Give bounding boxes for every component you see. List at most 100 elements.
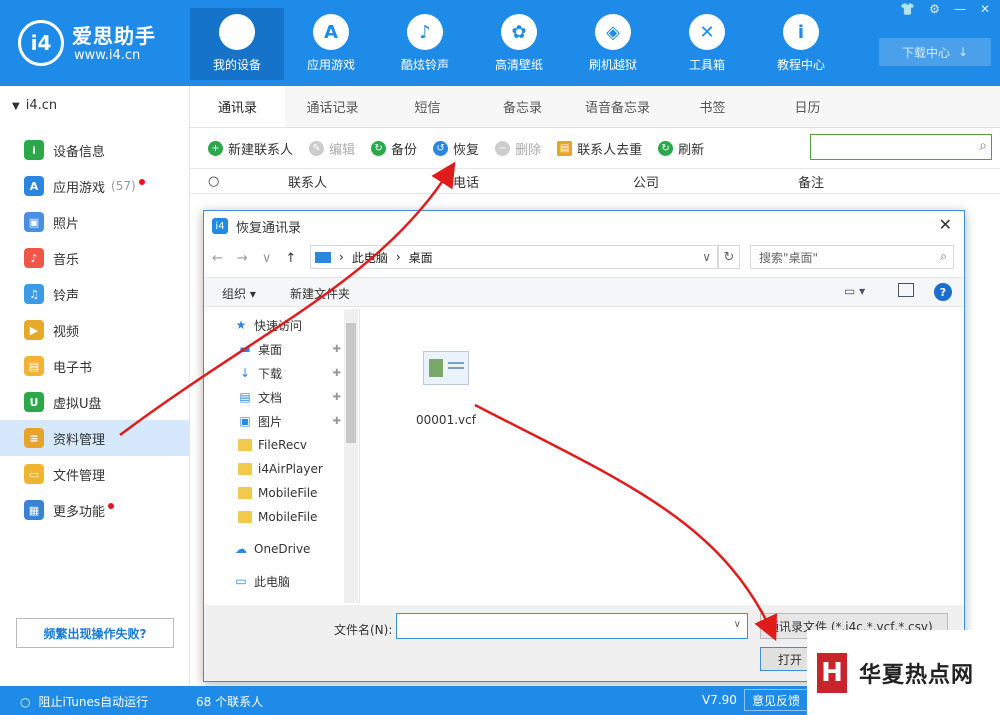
grid-icon: ▦ <box>24 500 44 520</box>
edit-label: 编辑 <box>329 142 356 158</box>
backup-button[interactable]: ↻ 备份 <box>371 139 417 158</box>
nav-item-3[interactable]: ✿ 高清壁纸 <box>472 8 566 80</box>
sidebar-item-6[interactable]: ▤ 电子书 <box>0 348 189 384</box>
sidebar-item-1[interactable]: A 应用游戏 (57) <box>0 168 189 204</box>
history-dropdown-icon[interactable]: ∨ <box>262 251 272 266</box>
nav-item-1[interactable]: A 应用游戏 <box>284 8 378 80</box>
feedback-button[interactable]: 意见反馈 <box>744 689 808 711</box>
tree-item-7[interactable]: MobileFile <box>204 481 359 505</box>
sidebar-item-10[interactable]: ▦ 更多功能 <box>0 492 189 528</box>
watermark-text: 华夏热点网 <box>859 662 975 688</box>
breadcrumb-desktop[interactable]: 桌面 <box>409 249 433 266</box>
tree-item-1[interactable]: ▬ 桌面 ✚ <box>204 337 359 361</box>
sidebar-item-8[interactable]: ≡ 资料管理 <box>0 420 189 456</box>
tab-1[interactable]: 通话记录 <box>285 86 380 127</box>
tree-item-9[interactable]: ☁ OneDrive <box>204 537 359 561</box>
restore-button[interactable]: ↺ 恢复 <box>433 139 479 158</box>
nav-item-2[interactable]: ♪ 酷炫铃声 <box>378 8 472 80</box>
tab-3[interactable]: 备忘录 <box>475 86 570 127</box>
sidebar-item-label: 虚拟U盘 <box>53 396 102 412</box>
help-button[interactable]: 频繁出现操作失败? <box>16 618 174 648</box>
tree-item-4[interactable]: ▣ 图片 ✚ <box>204 409 359 433</box>
help-icon[interactable]: ? <box>934 283 952 301</box>
backup-icon: ↻ <box>371 140 387 156</box>
nav-item-0[interactable]: 我的设备 <box>190 8 284 80</box>
column-contact[interactable]: 联系人 <box>278 172 443 191</box>
edit-button[interactable]: ✎ 编辑 <box>309 139 355 158</box>
scrollbar-thumb[interactable] <box>346 323 356 443</box>
tree-item-3[interactable]: ▤ 文档 ✚ <box>204 385 359 409</box>
contact-search-input[interactable]: ⌕ <box>810 134 992 160</box>
tab-6[interactable]: 日历 <box>760 86 855 127</box>
tree-item-8[interactable]: MobileFile <box>204 505 359 529</box>
new-folder-button[interactable]: 新建文件夹 <box>290 285 350 302</box>
tree-item-5[interactable]: FileRecv <box>204 433 359 457</box>
column-company[interactable]: 公司 <box>623 172 788 191</box>
download-center-button[interactable]: 下载中心 ↓ <box>879 38 991 66</box>
new-contact-button[interactable]: + 新建联系人 <box>208 139 293 158</box>
organize-menu[interactable]: 组织 ▾ <box>222 285 256 302</box>
dialog-search-input[interactable]: 搜索"桌面" ⌕ <box>750 245 954 269</box>
tree-item-label: MobileFile <box>258 510 318 524</box>
i4-logo-icon: i4 <box>18 20 64 66</box>
window-control-0-icon[interactable]: 👕 <box>900 2 915 16</box>
tree-item-label: 文档 <box>258 390 283 405</box>
backup-label: 备份 <box>391 142 418 158</box>
window-control-2-icon[interactable]: — <box>954 2 966 16</box>
tree-item-2[interactable]: ↓ 下载 ✚ <box>204 361 359 385</box>
tree-item-10[interactable]: ▭ 此电脑 <box>204 569 359 593</box>
appstore-icon: A <box>24 176 44 196</box>
tree-item-6[interactable]: i4AirPlayer <box>204 457 359 481</box>
info-icon: i <box>783 14 819 50</box>
tools-icon: ✕ <box>689 14 725 50</box>
breadcrumb-this-pc[interactable]: 此电脑 <box>352 249 388 266</box>
sidebar-item-label: 音乐 <box>53 252 80 268</box>
sidebar-item-2[interactable]: ▣ 照片 <box>0 204 189 240</box>
tab-2[interactable]: 短信 <box>380 86 475 127</box>
nav-item-4[interactable]: ◈ 刷机越狱 <box>566 8 660 80</box>
tab-5[interactable]: 书签 <box>665 86 760 127</box>
device-selector[interactable]: ▼ i4.cn <box>12 98 57 113</box>
nav-item-5[interactable]: ✕ 工具箱 <box>660 8 754 80</box>
main-nav: 我的设备 A 应用游戏 ♪ 酷炫铃声 ✿ 高清壁纸 ◈ 刷机越狱 ✕ 工具箱 i 教程中心 <box>190 8 848 80</box>
up-icon[interactable]: ↑ <box>285 251 296 266</box>
tree-item-0[interactable]: ★ 快速访问 <box>204 313 359 337</box>
refresh-button[interactable]: ↻ 刷新 <box>658 139 704 158</box>
flower-icon: ✿ <box>501 14 537 50</box>
sidebar-item-0[interactable]: i 设备信息 <box>0 132 189 168</box>
tree-item-label: 图片 <box>258 414 283 429</box>
forward-icon[interactable]: → <box>237 251 248 266</box>
view-options-icon[interactable]: ▭ ▾ <box>844 284 865 298</box>
window-control-3-icon[interactable]: ✕ <box>980 2 990 16</box>
sidebar-item-4[interactable]: ♫ 铃声 <box>0 276 189 312</box>
sidebar-item-7[interactable]: U 虚拟U盘 <box>0 384 189 420</box>
block-itunes-toggle[interactable]: ○ 阻止iTunes自动运行 <box>20 693 148 710</box>
tab-0[interactable]: 通讯录 <box>190 86 285 127</box>
column-notes[interactable]: 备注 <box>788 172 824 191</box>
sidebar-item-5[interactable]: ▶ 视频 <box>0 312 189 348</box>
dedupe-button[interactable]: ▤ 联系人去重 <box>557 139 642 158</box>
sidebar-item-3[interactable]: ♪ 音乐 <box>0 240 189 276</box>
select-all-checkbox[interactable]: ○ <box>190 174 278 189</box>
close-icon[interactable]: ✕ <box>939 215 952 234</box>
file-item[interactable]: 00001.vcf <box>416 351 476 427</box>
folder-icon <box>238 511 252 523</box>
column-phone[interactable]: 电话 <box>443 172 623 191</box>
chevron-down-icon[interactable]: ∨ <box>702 250 711 264</box>
nav-item-6[interactable]: i 教程中心 <box>754 8 848 80</box>
sidebar-item-label: 视频 <box>53 324 80 340</box>
sidebar-item-9[interactable]: ▭ 文件管理 <box>0 456 189 492</box>
nav-scrollbar[interactable] <box>344 309 358 603</box>
filename-input[interactable]: ∨ <box>396 613 748 639</box>
path-box[interactable]: › 此电脑 › 桌面 ∨ <box>310 245 718 269</box>
tab-4[interactable]: 语音备忘录 <box>570 86 665 127</box>
chevron-down-icon[interactable]: ∨ <box>734 619 741 630</box>
refresh-path-icon[interactable]: ↻ <box>718 245 740 269</box>
window-control-1-icon[interactable]: ⚙ <box>929 2 940 16</box>
delete-button[interactable]: − 删除 <box>495 139 541 158</box>
bell-icon: ♫ <box>24 284 44 304</box>
back-icon[interactable]: ← <box>212 251 223 266</box>
contact-table-header: ○ 联系人 电话 公司 备注 <box>190 168 1000 194</box>
contacts-icon: ≡ <box>24 428 44 448</box>
preview-pane-icon[interactable] <box>898 283 914 297</box>
